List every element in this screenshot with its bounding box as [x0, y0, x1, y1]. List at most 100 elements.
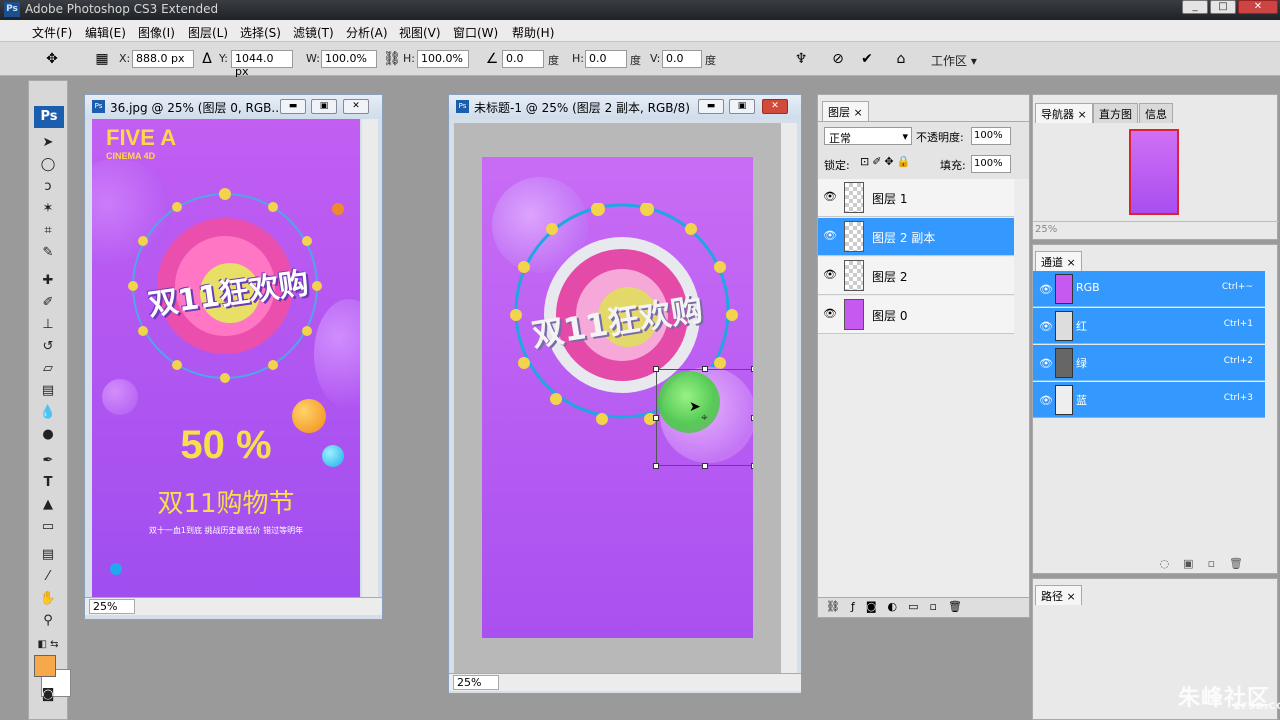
move-tool-icon[interactable]: ➤	[37, 133, 59, 153]
doc-maximize-button[interactable]: ▣	[311, 99, 337, 114]
eye-icon[interactable]: 👁	[823, 307, 837, 321]
transform-handle[interactable]	[751, 415, 753, 421]
fill-field[interactable]: 100%	[971, 155, 1011, 173]
dodge-tool-icon[interactable]: ●	[37, 425, 59, 445]
workspace-menu[interactable]: 工作区 ▾	[931, 52, 977, 69]
channel-row-rgb[interactable]: 👁 RGB Ctrl+~	[1033, 271, 1265, 307]
notes-tool-icon[interactable]: ▤	[37, 545, 59, 565]
blend-mode-select[interactable]: 正常 ▾	[824, 127, 912, 145]
cancel-transform-icon[interactable]: ⊘	[828, 49, 848, 69]
eye-icon[interactable]: 👁	[823, 268, 837, 282]
eye-icon[interactable]: 👁	[1039, 320, 1053, 333]
transform-handle[interactable]	[702, 366, 708, 372]
slice-tool-icon[interactable]: ✎	[37, 243, 59, 263]
tab-layers[interactable]: 图层 ×	[822, 101, 869, 121]
path-select-icon[interactable]: ▲	[37, 495, 59, 515]
width-field[interactable]: 100.0%	[321, 50, 377, 68]
pen-tool-icon[interactable]: ✒	[37, 451, 59, 471]
doc-minimize-button[interactable]: ▬	[698, 99, 724, 114]
magic-wand-icon[interactable]: ✶	[37, 199, 59, 219]
lock-icons[interactable]: ⊡✐✥🔒	[860, 155, 913, 168]
layer-row-0[interactable]: 👁 图层 0	[818, 296, 1014, 334]
transform-handle[interactable]	[653, 415, 659, 421]
vertical-scrollbar[interactable]	[362, 119, 378, 597]
clone-stamp-icon[interactable]: ⊥	[37, 315, 59, 335]
crop-tool-icon[interactable]: ⌗	[37, 221, 59, 241]
menu-window[interactable]: 窗口(W)	[453, 24, 498, 41]
doc-close-button[interactable]: ✕	[762, 99, 788, 114]
reference-point-icon[interactable]: ▦	[92, 49, 112, 69]
layer-row-1[interactable]: 👁 图层 1	[818, 179, 1014, 217]
hand-tool-icon[interactable]: ✋	[37, 589, 59, 609]
height-field[interactable]: 100.0%	[417, 50, 469, 68]
menu-help[interactable]: 帮助(H)	[512, 24, 554, 41]
shape-tool-icon[interactable]: ▭	[37, 517, 59, 537]
eye-icon[interactable]: 👁	[1039, 394, 1053, 407]
minimize-button[interactable]: _	[1182, 0, 1208, 14]
poster-image-36[interactable]: FIVE A CINEMA 4D 双11狂欢购 50 % 双11购物节 双十一血…	[92, 119, 360, 597]
vertical-scrollbar[interactable]	[781, 123, 797, 673]
lasso-tool-icon[interactable]: ↄ	[37, 177, 59, 197]
tab-histogram[interactable]: 直方图	[1093, 103, 1138, 123]
channel-row-red[interactable]: 👁 红 Ctrl+1	[1033, 308, 1265, 344]
x-position-field[interactable]: 888.0 px	[132, 50, 194, 68]
transform-handle[interactable]	[751, 463, 753, 469]
opacity-field[interactable]: 100%	[971, 127, 1011, 145]
default-colors-icon[interactable]: ◧ ⇆	[37, 635, 59, 655]
menu-filter[interactable]: 滤镜(T)	[293, 24, 334, 41]
layer-row-2[interactable]: 👁 图层 2	[818, 257, 1014, 295]
transform-center-icon[interactable]: ⌖	[701, 410, 708, 425]
doc-minimize-button[interactable]: ▬	[280, 99, 306, 114]
type-tool-icon[interactable]: T	[37, 473, 59, 493]
canvas-document[interactable]: 双11狂欢购 ⌖ ➤	[482, 157, 753, 638]
menu-edit[interactable]: 编辑(E)	[85, 24, 126, 41]
marquee-tool-icon[interactable]: ◯	[37, 155, 59, 175]
transform-handle[interactable]	[751, 366, 753, 372]
eye-icon[interactable]: 👁	[823, 190, 837, 204]
channel-row-blue[interactable]: 👁 蓝 Ctrl+3	[1033, 382, 1265, 418]
doc-close-button[interactable]: ✕	[343, 99, 369, 114]
layer-row-2-copy[interactable]: 👁 图层 2 副本	[818, 218, 1014, 256]
bridge-icon[interactable]: ⌂	[891, 49, 911, 69]
eye-icon[interactable]: 👁	[823, 229, 837, 243]
eye-icon[interactable]: 👁	[1039, 283, 1053, 296]
move-tool-preset-icon[interactable]: ✥	[42, 49, 62, 69]
vertical-skew-field[interactable]: 0.0	[662, 50, 702, 68]
link-icon[interactable]: ⛓	[382, 49, 402, 69]
menu-analysis[interactable]: 分析(A)	[346, 24, 388, 41]
commit-transform-icon[interactable]: ✔	[857, 49, 877, 69]
menu-view[interactable]: 视图(V)	[399, 24, 441, 41]
close-button[interactable]: ✕	[1238, 0, 1278, 14]
navigator-preview[interactable]	[1129, 129, 1179, 215]
menu-image[interactable]: 图像(I)	[138, 24, 175, 41]
tab-paths[interactable]: 路径 ×	[1035, 585, 1082, 605]
foreground-color-swatch[interactable]	[34, 655, 56, 677]
channel-row-green[interactable]: 👁 绿 Ctrl+2	[1033, 345, 1265, 381]
relative-position-icon[interactable]: Δ	[197, 49, 217, 69]
healing-brush-icon[interactable]: ✚	[37, 271, 59, 291]
zoom-tool-icon[interactable]: ⚲	[37, 611, 59, 631]
channels-footer-icons[interactable]: ◌▣▫🗑	[1160, 557, 1257, 570]
y-position-field[interactable]: 1044.0 px	[231, 50, 293, 78]
eyedropper-icon[interactable]: ⁄	[37, 567, 59, 587]
quick-mask-icon[interactable]: ◙	[37, 685, 59, 705]
layers-footer-icons[interactable]: ⛓ƒ◙◐▭▫🗑	[818, 597, 1029, 617]
brush-tool-icon[interactable]: ✐	[37, 293, 59, 313]
eraser-tool-icon[interactable]: ▱	[37, 359, 59, 379]
menu-file[interactable]: 文件(F)	[32, 24, 72, 41]
eye-icon[interactable]: 👁	[1039, 357, 1053, 370]
tab-navigator[interactable]: 导航器 ×	[1035, 103, 1093, 123]
warp-mode-icon[interactable]: ♆	[791, 49, 811, 69]
transform-handle[interactable]	[702, 463, 708, 469]
transform-handle[interactable]	[653, 366, 659, 372]
tab-channels[interactable]: 通道 ×	[1035, 251, 1082, 271]
maximize-button[interactable]: □	[1210, 0, 1236, 14]
blur-tool-icon[interactable]: 💧	[37, 403, 59, 423]
menu-layer[interactable]: 图层(L)	[188, 24, 228, 41]
gradient-tool-icon[interactable]: ▤	[37, 381, 59, 401]
tab-info[interactable]: 信息	[1139, 103, 1173, 123]
horizontal-skew-field[interactable]: 0.0	[585, 50, 627, 68]
doc-maximize-button[interactable]: ▣	[729, 99, 755, 114]
zoom-field[interactable]: 25%	[453, 675, 499, 690]
history-brush-icon[interactable]: ↺	[37, 337, 59, 357]
